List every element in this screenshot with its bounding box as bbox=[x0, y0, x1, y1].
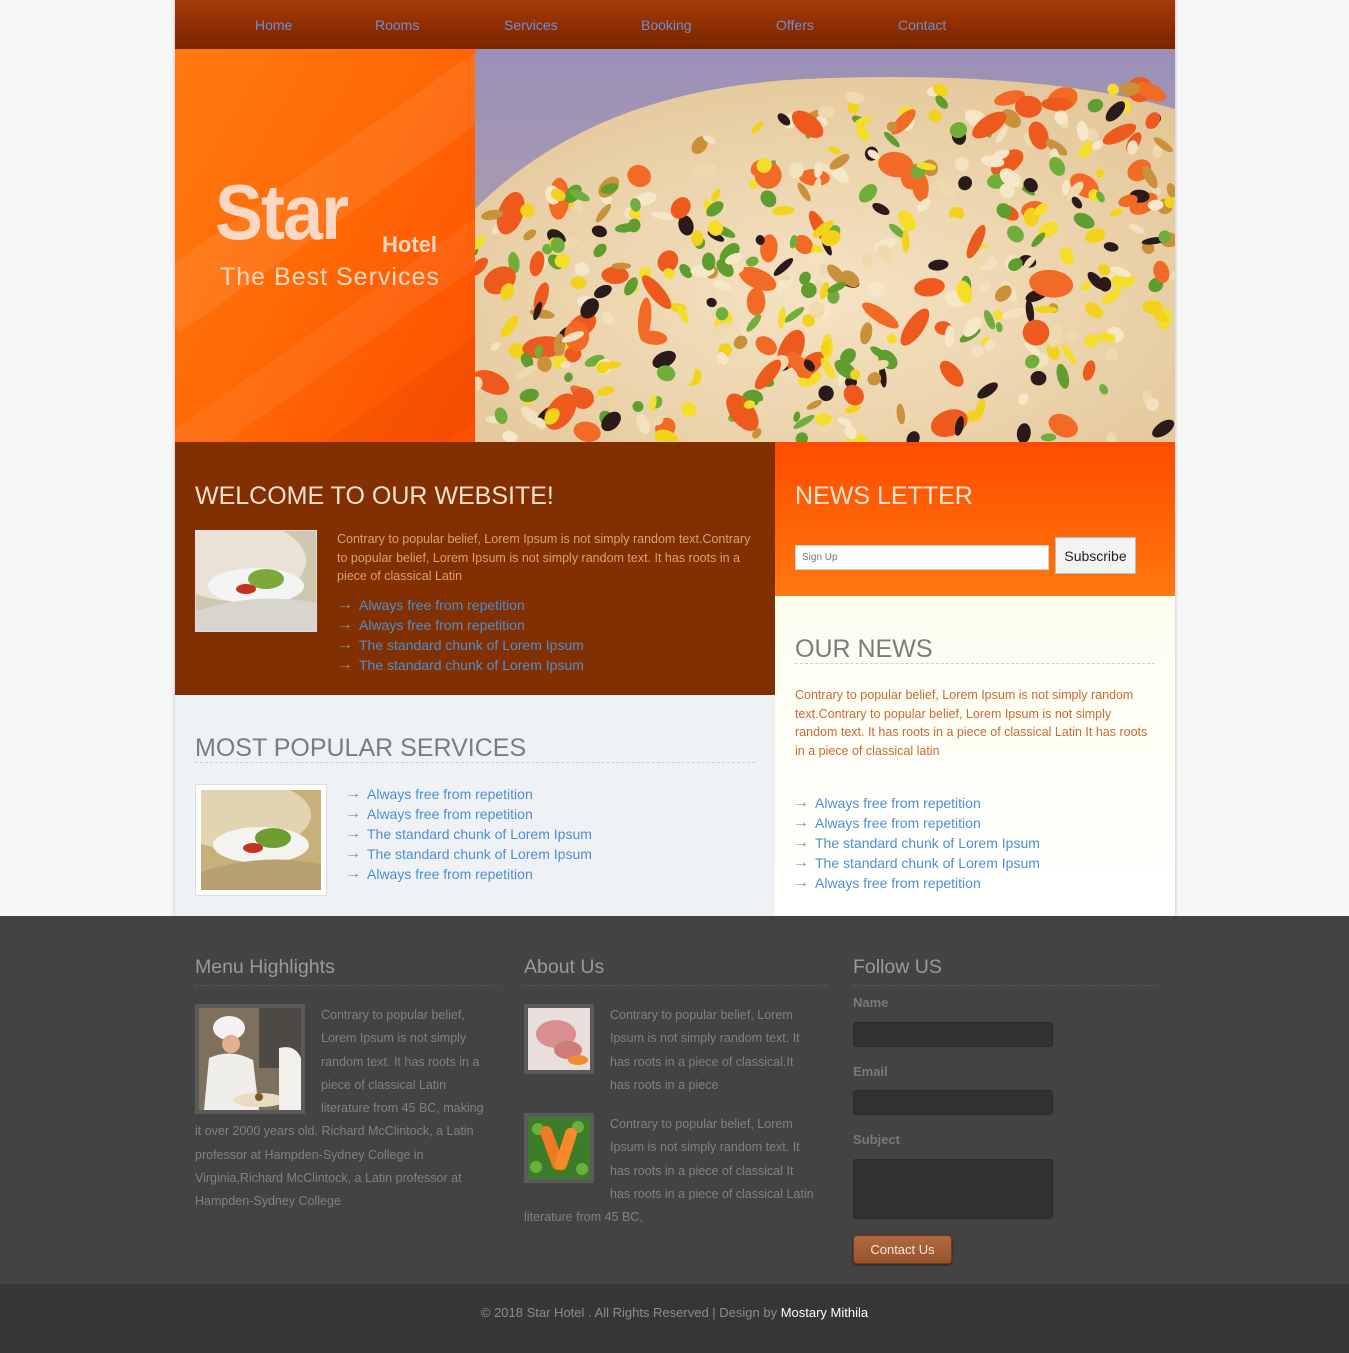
welcome-list: Always free from repetition Always free … bbox=[337, 595, 584, 675]
email-label: Email bbox=[853, 1064, 888, 1079]
nav-services[interactable]: Services bbox=[504, 17, 558, 33]
carrots-peas-image bbox=[524, 1113, 594, 1183]
nav-offers[interactable]: Offers bbox=[776, 17, 814, 33]
list-item[interactable]: Always free from repetition bbox=[337, 615, 584, 635]
list-item[interactable]: Always free from repetition bbox=[345, 864, 592, 884]
nav-rooms[interactable]: Rooms bbox=[375, 17, 419, 33]
list-item[interactable]: The standard chunk of Lorem Ipsum bbox=[793, 853, 1040, 873]
main-container: Home Rooms Services Booking Offers Conta… bbox=[175, 0, 1175, 916]
email-field[interactable] bbox=[853, 1090, 1053, 1115]
list-item[interactable]: Always free from repetition bbox=[337, 595, 584, 615]
list-item[interactable]: The standard chunk of Lorem Ipsum bbox=[337, 655, 584, 675]
copyright-bar: © 2018 Star Hotel . All Rights Reserved … bbox=[0, 1284, 1349, 1353]
logo-hotel-text: Hotel bbox=[382, 232, 437, 257]
list-item[interactable]: Always free from repetition bbox=[345, 784, 592, 804]
food-texture-dot bbox=[611, 262, 632, 270]
welcome-thumbnail bbox=[195, 530, 317, 632]
meat-image bbox=[524, 1004, 594, 1074]
nav-home[interactable]: Home bbox=[255, 17, 292, 33]
name-field[interactable] bbox=[853, 1022, 1053, 1047]
signup-input[interactable] bbox=[795, 545, 1049, 570]
copyright-text: © 2018 Star Hotel . All Rights Reserved … bbox=[480, 1305, 781, 1320]
contact-us-button[interactable]: Contact Us bbox=[853, 1235, 952, 1264]
welcome-section: WELCOME TO OUR WEBSITE! Contrary to popu… bbox=[175, 442, 775, 695]
our-news-title: OUR NEWS bbox=[795, 636, 1155, 664]
nav-booking[interactable]: Booking bbox=[641, 17, 692, 33]
subject-field[interactable] bbox=[853, 1159, 1053, 1219]
list-item[interactable]: The standard chunk of Lorem Ipsum bbox=[345, 824, 592, 844]
about-us-block-1: Contrary to popular belief, Lorem Ipsum … bbox=[524, 1004, 814, 1097]
main-navigation: Home Rooms Services Booking Offers Conta… bbox=[175, 0, 1175, 49]
welcome-title: WELCOME TO OUR WEBSITE! bbox=[195, 482, 554, 510]
name-label: Name bbox=[853, 995, 889, 1010]
newsletter-section: NEWS LETTER Subscribe bbox=[775, 442, 1175, 596]
hero-food-image bbox=[475, 49, 1175, 442]
newsletter-title: NEWS LETTER bbox=[795, 482, 973, 510]
our-news-section: OUR NEWS Contrary to popular belief, Lor… bbox=[775, 596, 1175, 916]
popular-thumbnail bbox=[195, 784, 327, 896]
popular-title: MOST POPULAR SERVICES bbox=[195, 735, 755, 763]
chef-image bbox=[195, 1004, 305, 1114]
footer: Menu Highlights Contrary to popular beli… bbox=[0, 916, 1349, 1284]
menu-highlights-block: Contrary to popular belief, Lorem Ipsum … bbox=[195, 1004, 485, 1214]
subscribe-button[interactable]: Subscribe bbox=[1055, 537, 1136, 574]
logo-tagline: The Best Services bbox=[220, 263, 440, 291]
list-item[interactable]: The standard chunk of Lorem Ipsum bbox=[345, 844, 592, 864]
list-item[interactable]: Always free from repetition bbox=[793, 793, 1040, 813]
about-us-title: About Us bbox=[524, 956, 827, 986]
popular-list: Always free from repetition Always free … bbox=[345, 784, 592, 884]
about-us-block-2: Contrary to popular belief, Lorem Ipsum … bbox=[524, 1113, 814, 1229]
our-news-text: Contrary to popular belief, Lorem Ipsum … bbox=[795, 688, 1148, 758]
list-item[interactable]: Always free from repetition bbox=[345, 804, 592, 824]
list-item[interactable]: Always free from repetition bbox=[793, 873, 1040, 893]
nav-contact[interactable]: Contact bbox=[898, 17, 946, 33]
follow-us-title: Follow US bbox=[853, 956, 1156, 986]
logo-panel: Star Hotel The Best Services bbox=[175, 49, 475, 442]
subject-label: Subject bbox=[853, 1132, 900, 1147]
author-link[interactable]: Mostary Mithila bbox=[781, 1305, 868, 1320]
logo-star-text: Star bbox=[215, 168, 349, 256]
popular-services-section: MOST POPULAR SERVICES Always free from r… bbox=[175, 695, 775, 916]
menu-highlights-title: Menu Highlights bbox=[195, 956, 498, 986]
list-item[interactable]: Always free from repetition bbox=[793, 813, 1040, 833]
food-texture-dot bbox=[971, 345, 984, 358]
list-item[interactable]: The standard chunk of Lorem Ipsum bbox=[337, 635, 584, 655]
list-item[interactable]: The standard chunk of Lorem Ipsum bbox=[793, 833, 1040, 853]
our-news-list: Always free from repetition Always free … bbox=[793, 793, 1040, 893]
welcome-text: Contrary to popular belief, Lorem Ipsum … bbox=[337, 532, 751, 583]
